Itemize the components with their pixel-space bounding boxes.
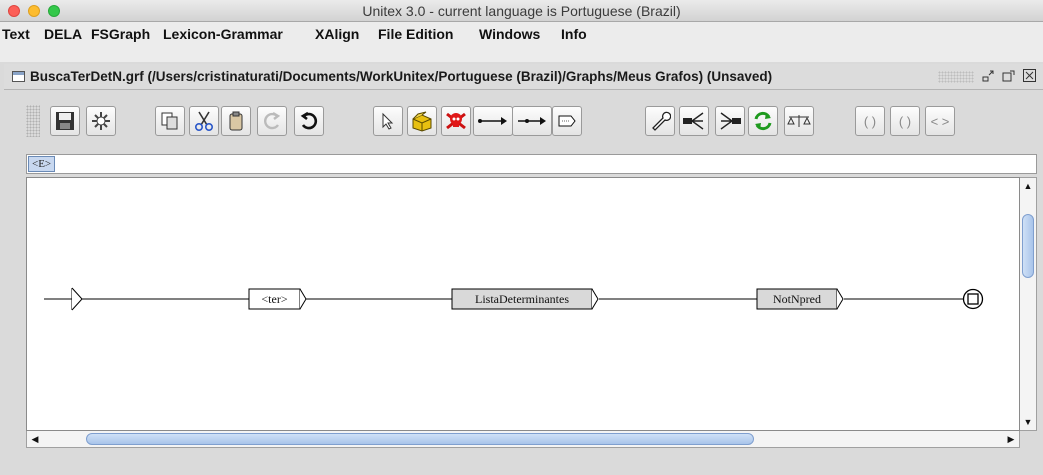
reverse-link-button[interactable] (512, 106, 552, 136)
iconify-icon[interactable] (980, 68, 997, 85)
frame-window-icon (12, 71, 25, 82)
scroll-down-icon[interactable]: ▼ (1020, 414, 1036, 430)
frame-grip (938, 71, 974, 83)
box-ter[interactable]: <ter> (248, 288, 307, 310)
token-chip[interactable]: <E> (28, 156, 56, 172)
menu-text[interactable]: Text (2, 26, 30, 42)
menu-info[interactable]: Info (561, 26, 587, 42)
box-notnpred-label: NotNpred (773, 292, 821, 306)
menu-file-edition[interactable]: File Edition (378, 26, 453, 42)
parens-button-2[interactable]: ( ) (890, 106, 920, 136)
cut-button[interactable] (189, 106, 219, 136)
frame-titlebar[interactable]: BuscaTerDetN.grf (/Users/cristinaturati/… (4, 64, 1043, 90)
skull-icon (446, 112, 466, 130)
graph-svg: <ter> ListaDeterminantes NotNpred (44, 287, 984, 311)
scissors-icon (194, 111, 214, 132)
vertical-scrollbar[interactable]: ▲ ▼ (1020, 177, 1037, 431)
reverse-link-icon (518, 117, 546, 125)
toolbar-grip[interactable] (26, 105, 40, 137)
graph-canvas[interactable]: <ter> ListaDeterminantes NotNpred (26, 177, 1020, 431)
frame-title: BuscaTerDetN.grf (/Users/cristinaturati/… (30, 69, 773, 84)
graph-frame: BuscaTerDetN.grf (/Users/cristinaturati/… (0, 62, 1043, 475)
wrench-icon (652, 111, 671, 131)
menu-xalign[interactable]: XAlign (315, 26, 359, 42)
refresh-icon (754, 111, 772, 131)
menu-lexicon-grammar[interactable]: Lexicon-Grammar (163, 26, 283, 42)
arrow-pointer-icon (382, 112, 394, 130)
scroll-right-icon[interactable]: ▶ (1003, 431, 1019, 447)
select-tool-button[interactable] (373, 106, 403, 136)
balance-button[interactable] (784, 106, 814, 136)
close-icon[interactable] (1021, 68, 1038, 85)
app-title: Unitex 3.0 - current language is Portugu… (362, 3, 681, 19)
undo-button[interactable] (294, 106, 324, 136)
maximize-icon[interactable] (1000, 68, 1017, 85)
menu-windows[interactable]: Windows (479, 26, 540, 42)
app-titlebar: Unitex 3.0 - current language is Portugu… (0, 0, 1043, 22)
redo-icon (264, 111, 281, 130)
menu-fsgraph[interactable]: FSGraph (91, 26, 150, 42)
open-box-icon (412, 111, 432, 132)
parens-button-1[interactable]: ( ) (855, 106, 885, 136)
final-state[interactable] (962, 288, 984, 310)
align-button[interactable] (679, 106, 709, 136)
fork-right-icon (720, 112, 741, 130)
refresh-button[interactable] (748, 106, 778, 136)
angle-button[interactable]: < > (925, 106, 955, 136)
open-subgraph-button[interactable] (552, 106, 582, 136)
box-notnpred[interactable]: NotNpred (756, 288, 844, 310)
copy-button[interactable] (155, 106, 185, 136)
fork-left-icon (683, 112, 704, 130)
save-button[interactable] (50, 106, 80, 136)
horizontal-scrollbar[interactable]: ◀ ▶ (26, 431, 1020, 448)
box-lista-determinantes[interactable]: ListaDeterminantes (451, 288, 599, 310)
box-lista-determinantes-label: ListaDeterminantes (475, 292, 569, 306)
menubar: Text DELA FSGraph Lexicon-Grammar XAlign… (0, 22, 1043, 46)
copy-icon (161, 112, 178, 130)
gear-icon (92, 112, 110, 130)
menu-dela[interactable]: DELA (44, 26, 82, 42)
horizontal-scroll-thumb[interactable] (86, 433, 754, 445)
balance-icon (787, 115, 811, 127)
scroll-up-icon[interactable]: ▲ (1020, 178, 1036, 194)
merge-button[interactable] (715, 106, 745, 136)
clipboard-icon (229, 111, 243, 131)
initial-state-arrow[interactable] (71, 287, 83, 311)
floppy-disk-icon (56, 112, 74, 130)
undo-icon (300, 111, 318, 130)
link-arrow-icon (478, 117, 507, 125)
create-box-button[interactable] (407, 106, 437, 136)
vertical-scroll-thumb[interactable] (1022, 214, 1034, 278)
box-text-input[interactable]: <E> (26, 154, 1037, 174)
scroll-left-icon[interactable]: ◀ (27, 431, 43, 447)
box-ter-label: <ter> (261, 292, 287, 306)
subgraph-box-icon (558, 115, 576, 127)
redo-button[interactable] (257, 106, 287, 136)
paste-button[interactable] (221, 106, 251, 136)
compile-button[interactable] (86, 106, 116, 136)
link-boxes-button[interactable] (473, 106, 513, 136)
kill-box-button[interactable] (441, 106, 471, 136)
configure-button[interactable] (645, 106, 675, 136)
